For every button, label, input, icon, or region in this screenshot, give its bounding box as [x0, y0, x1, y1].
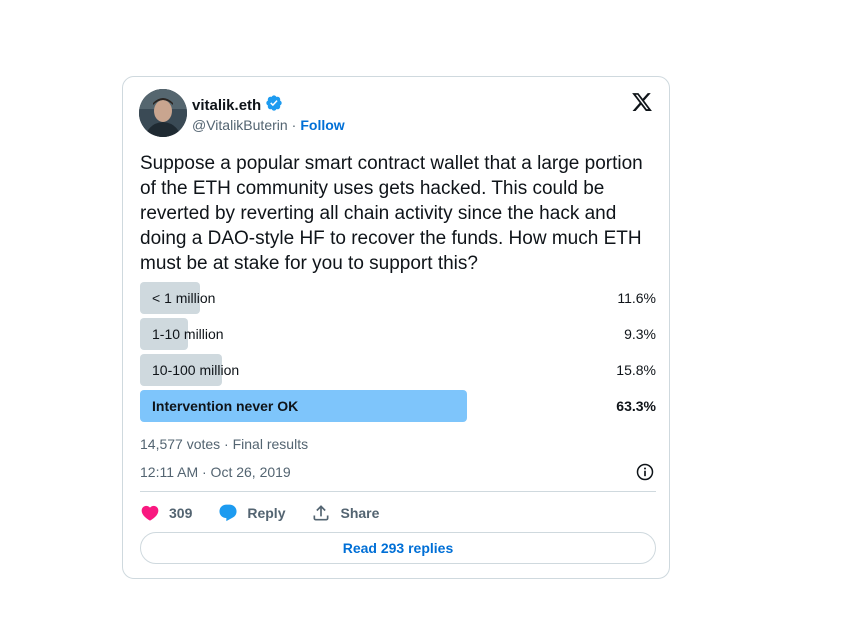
x-logo-icon[interactable] [631, 91, 653, 113]
info-icon[interactable] [635, 462, 655, 482]
author-name-row: vitalik.eth [192, 94, 283, 117]
like-count: 309 [169, 505, 193, 521]
tweet-card: vitalik.eth @VitalikButerin · Follow Sup… [122, 76, 670, 579]
poll-option-label: Intervention never OK [152, 398, 299, 414]
poll-option-percent: 15.8% [616, 362, 656, 378]
poll-option-winner: Intervention never OK 63.3% [140, 390, 656, 422]
poll-option: < 1 million 11.6% [140, 282, 656, 314]
reply-label: Reply [247, 505, 286, 521]
heart-icon [141, 505, 159, 521]
timestamp[interactable]: 12:11 AM · Oct 26, 2019 [140, 464, 291, 480]
follow-button[interactable]: Follow [300, 117, 344, 133]
like-button[interactable]: 309 [140, 503, 192, 523]
action-bar: 309 Reply Share [140, 500, 405, 526]
separator: · [291, 117, 297, 133]
share-icon [313, 505, 329, 521]
poll-option-label: 1-10 million [152, 326, 224, 342]
poll-option: 1-10 million 9.3% [140, 318, 656, 350]
share-button[interactable]: Share [311, 503, 379, 523]
poll-option-label: 10-100 million [152, 362, 240, 378]
tweet-text: Suppose a popular smart contract wallet … [140, 153, 643, 274]
divider [140, 491, 656, 492]
avatar[interactable] [139, 89, 187, 137]
author-handle[interactable]: @VitalikButerin [192, 117, 288, 133]
poll-option: 10-100 million 15.8% [140, 354, 656, 386]
poll-summary: 14,577 votes · Final results [140, 436, 309, 452]
verified-badge-icon [265, 94, 283, 117]
read-replies-button[interactable]: Read 293 replies [140, 532, 656, 564]
reply-bubble-icon [219, 504, 237, 522]
author-handle-row: @VitalikButerin · Follow [192, 117, 345, 133]
author-name[interactable]: vitalik.eth [192, 97, 261, 114]
poll-option-percent: 9.3% [624, 326, 656, 342]
poll-option-percent: 11.6% [617, 290, 656, 306]
poll-option-percent: 63.3% [616, 398, 656, 414]
poll-option-label: < 1 million [152, 290, 216, 306]
reply-button[interactable]: Reply [218, 503, 285, 523]
share-label: Share [340, 505, 380, 521]
